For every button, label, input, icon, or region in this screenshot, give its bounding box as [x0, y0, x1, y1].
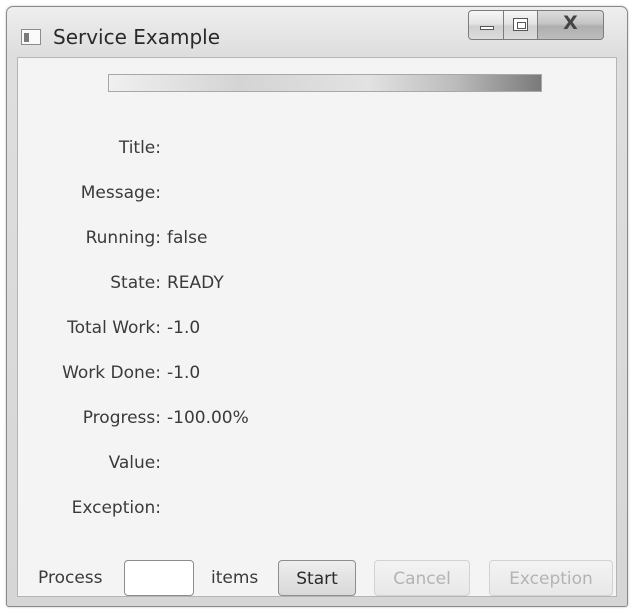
items-count-input[interactable] — [124, 560, 194, 596]
maximize-icon — [513, 18, 528, 31]
field-row-message: Message: — [18, 183, 618, 209]
field-row-total-work: Total Work: -1.0 — [18, 318, 618, 344]
footer-controls: Process items Start Cancel Exception — [18, 556, 618, 596]
title-bar[interactable]: Service Example X — [7, 7, 627, 57]
start-button[interactable]: Start — [278, 560, 356, 596]
work-done-label: Work Done: — [62, 363, 161, 383]
total-work-value: -1.0 — [167, 318, 201, 338]
message-label: Message: — [80, 183, 161, 203]
cancel-button[interactable]: Cancel — [374, 560, 470, 596]
field-row-state: State: READY — [18, 273, 618, 299]
close-icon: X — [563, 12, 578, 34]
field-row-running: Running: false — [18, 228, 618, 254]
field-row-value: Value: — [18, 453, 618, 479]
close-button[interactable]: X — [538, 10, 604, 40]
main-window: Service Example X Title: Message: Runnin — [6, 6, 628, 607]
running-label: Running: — [85, 228, 161, 248]
client-area: Title: Message: Running: false State: RE… — [17, 57, 617, 597]
running-value: false — [167, 228, 208, 248]
total-work-label: Total Work: — [67, 318, 161, 338]
field-row-title: Title: — [18, 138, 618, 164]
maximize-button[interactable] — [504, 10, 538, 40]
progress-value: -100.00% — [167, 408, 249, 428]
process-label: Process — [38, 568, 103, 588]
app-icon[interactable] — [21, 29, 41, 45]
state-value: READY — [167, 273, 224, 293]
title-label: Title: — [118, 138, 161, 158]
state-label: State: — [110, 273, 161, 293]
field-row-exception: Exception: — [18, 498, 618, 524]
progress-fill — [109, 75, 541, 91]
window-title: Service Example — [53, 25, 221, 49]
value-label: Value: — [108, 453, 161, 473]
items-label: items — [211, 568, 259, 588]
field-row-work-done: Work Done: -1.0 — [18, 363, 618, 389]
caption-buttons: X — [468, 10, 604, 40]
minimize-icon — [480, 26, 494, 30]
exception-button[interactable]: Exception — [489, 560, 613, 596]
minimize-button[interactable] — [468, 10, 504, 40]
progress-bar — [108, 74, 542, 92]
exception-label: Exception: — [71, 498, 161, 518]
field-row-progress: Progress: -100.00% — [18, 408, 618, 434]
progress-label: Progress: — [82, 408, 161, 428]
work-done-value: -1.0 — [167, 363, 201, 383]
